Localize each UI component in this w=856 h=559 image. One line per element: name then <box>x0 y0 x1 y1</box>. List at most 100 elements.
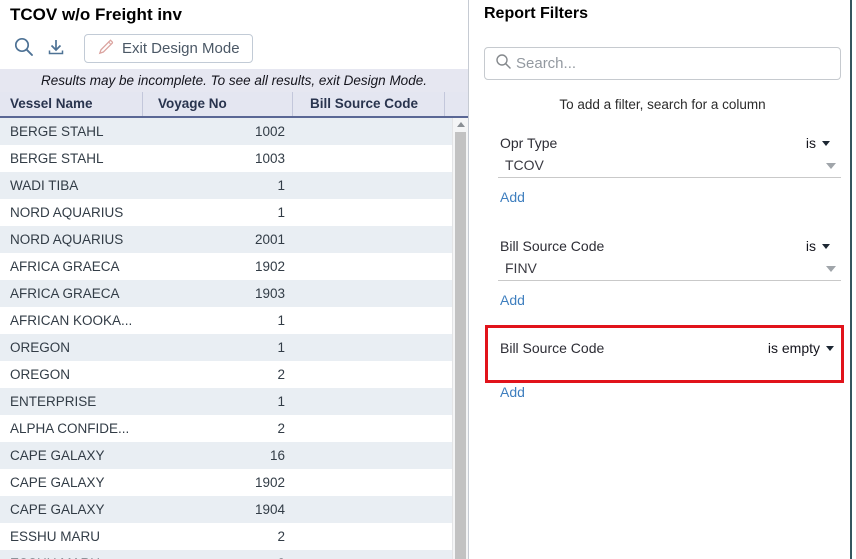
column-header-vessel-name[interactable]: Vessel Name <box>0 92 143 116</box>
table-row[interactable]: CAPE GALAXY 1904 <box>0 496 452 523</box>
select-underline <box>498 177 841 178</box>
vessel-name-cell: WADI TIBA <box>0 172 143 199</box>
vessel-name-cell: ALPHA CONFIDE... <box>0 415 143 442</box>
table-row[interactable]: ESSHU MARU 3 <box>0 550 452 559</box>
bill-source-code-cell <box>293 334 452 361</box>
table-row[interactable]: OREGON 2 <box>0 361 452 388</box>
design-mode-notice: Results may be incomplete. To see all re… <box>0 69 468 92</box>
download-button[interactable] <box>40 33 72 63</box>
table-row[interactable]: NORD AQUARIUS 1 <box>0 199 452 226</box>
bill-source-code-cell <box>293 226 452 253</box>
table-row[interactable]: AFRICAN KOOKA... 1 <box>0 307 452 334</box>
voyage-no-cell: 1 <box>143 199 293 226</box>
filter-search-input[interactable] <box>516 55 832 72</box>
voyage-no-cell: 1903 <box>143 280 293 307</box>
vessel-name-cell: CAPE GALAXY <box>0 496 143 523</box>
table-row[interactable]: CAPE GALAXY 16 <box>0 442 452 469</box>
voyage-no-cell: 1003 <box>143 145 293 172</box>
pencil-icon <box>97 37 115 59</box>
table-row[interactable]: ESSHU MARU 2 <box>0 523 452 550</box>
table-row[interactable]: AFRICA GRAECA 1903 <box>0 280 452 307</box>
vessel-name-cell: OREGON <box>0 361 143 388</box>
scroll-up-arrow-icon[interactable] <box>457 122 465 127</box>
filter-column-label: Bill Source Code <box>500 340 604 356</box>
table-row[interactable]: BERGE STAHL 1003 <box>0 145 452 172</box>
table-row[interactable]: ALPHA CONFIDE... 2 <box>0 415 452 442</box>
bill-source-code-cell <box>293 145 452 172</box>
select-underline <box>498 280 841 281</box>
vessel-name-cell: OREGON <box>0 334 143 361</box>
table-row[interactable]: WADI TIBA 1 <box>0 172 452 199</box>
report-result-panel: TCOV w/o Freight inv <box>0 0 469 559</box>
vessel-name-cell: AFRICA GRAECA <box>0 253 143 280</box>
filter-row-bill-source-code: Bill Source Code is <box>500 238 830 254</box>
table-row[interactable]: AFRICA GRAECA 1902 <box>0 253 452 280</box>
add-filter-value-link[interactable]: Add <box>500 384 525 400</box>
filter-hint: To add a filter, search for a column <box>484 97 841 112</box>
filter-operator-label: is <box>806 238 816 254</box>
add-filter-value-link[interactable]: Add <box>500 189 525 205</box>
filter-operator-dropdown[interactable]: is <box>806 135 830 151</box>
table-row[interactable]: ENTERPRISE 1 <box>0 388 452 415</box>
vessel-name-cell: ESSHU MARU <box>0 550 143 559</box>
table-row[interactable]: BERGE STAHL 1002 <box>0 118 452 145</box>
vertical-scrollbar[interactable] <box>452 118 468 559</box>
column-header-bill-source-code[interactable]: Bill Source Code <box>293 92 445 116</box>
bill-source-code-cell <box>293 442 452 469</box>
table-row[interactable]: NORD AQUARIUS 2001 <box>0 226 452 253</box>
bill-source-code-cell <box>293 550 452 559</box>
filters-panel-title: Report Filters <box>484 5 588 23</box>
bill-source-code-cell <box>293 280 452 307</box>
vessel-name-cell: CAPE GALAXY <box>0 469 143 496</box>
voyage-no-cell: 1902 <box>143 469 293 496</box>
vessel-name-cell: BERGE STAHL <box>0 118 143 145</box>
filter-operator-label: is empty <box>768 340 820 356</box>
voyage-no-cell: 2 <box>143 523 293 550</box>
bill-source-code-cell <box>293 388 452 415</box>
table-body: BERGE STAHL 1002 BERGE STAHL 1003 WADI T… <box>0 118 452 559</box>
filter-operator-dropdown[interactable]: is empty <box>768 340 834 356</box>
voyage-no-cell: 3 <box>143 550 293 559</box>
exit-design-mode-button[interactable]: Exit Design Mode <box>84 34 253 63</box>
vessel-name-cell: BERGE STAHL <box>0 145 143 172</box>
bill-source-code-cell <box>293 469 452 496</box>
bill-source-code-cell <box>293 523 452 550</box>
voyage-no-cell: 1904 <box>143 496 293 523</box>
table-row[interactable]: OREGON 1 <box>0 334 452 361</box>
voyage-no-cell: 1902 <box>143 253 293 280</box>
caret-down-icon <box>822 141 830 146</box>
bill-source-code-cell <box>293 199 452 226</box>
scrollbar-thumb[interactable] <box>455 132 466 559</box>
bill-source-code-cell <box>293 415 452 442</box>
bill-source-code-cell <box>293 496 452 523</box>
chevron-down-icon[interactable] <box>826 163 836 169</box>
column-header-voyage-no[interactable]: Voyage No <box>143 92 293 116</box>
filter-value-select[interactable]: FINV <box>505 260 537 276</box>
voyage-no-cell: 2001 <box>143 226 293 253</box>
table-row[interactable]: CAPE GALAXY 1902 <box>0 469 452 496</box>
caret-down-icon <box>826 346 834 351</box>
filter-row-opr-type: Opr Type is <box>500 135 830 151</box>
panel-edge-divider <box>850 0 852 559</box>
add-filter-value-link[interactable]: Add <box>500 292 525 308</box>
voyage-no-cell: 1 <box>143 307 293 334</box>
filter-value-select[interactable]: TCOV <box>505 157 544 173</box>
report-filters-panel: Report Filters To add a filter, search f… <box>469 0 856 559</box>
column-header-stub <box>445 92 468 116</box>
bill-source-code-cell <box>293 253 452 280</box>
voyage-no-cell: 1 <box>143 388 293 415</box>
filter-operator-dropdown[interactable]: is <box>806 238 830 254</box>
filter-search-box <box>484 47 841 80</box>
chevron-down-icon[interactable] <box>826 266 836 272</box>
exit-design-mode-label: Exit Design Mode <box>122 40 240 57</box>
search-icon <box>13 36 35 61</box>
search-button[interactable] <box>8 33 40 63</box>
download-icon <box>45 36 67 61</box>
vessel-name-cell: AFRICAN KOOKA... <box>0 307 143 334</box>
bill-source-code-cell <box>293 361 452 388</box>
report-toolbar: Exit Design Mode <box>8 33 253 63</box>
voyage-no-cell: 2 <box>143 361 293 388</box>
filter-column-label: Bill Source Code <box>500 238 604 254</box>
vessel-name-cell: ENTERPRISE <box>0 388 143 415</box>
vessel-name-cell: CAPE GALAXY <box>0 442 143 469</box>
